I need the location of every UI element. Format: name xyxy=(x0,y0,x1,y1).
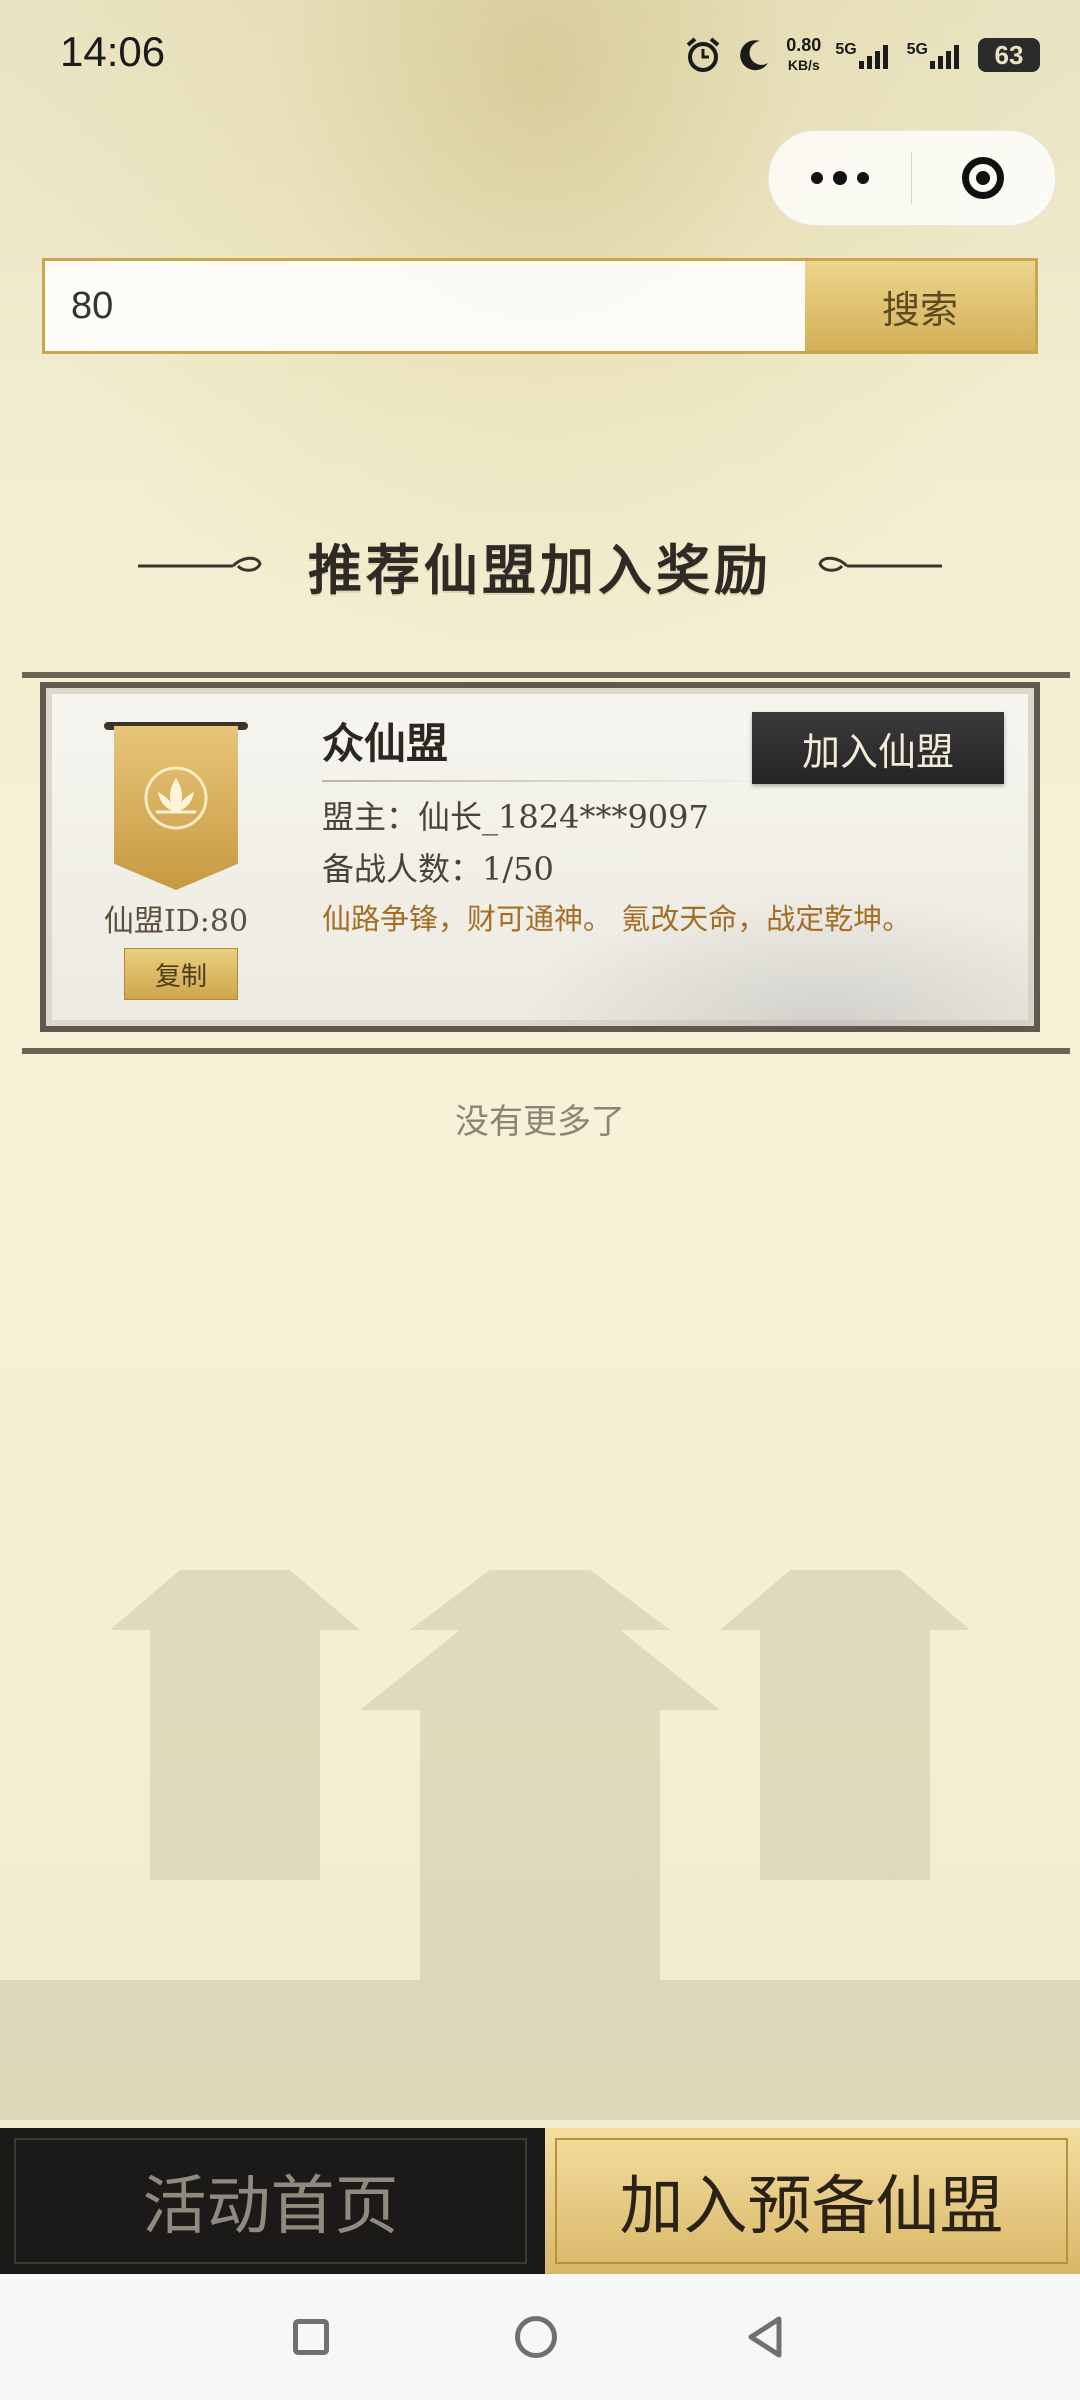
lotus-emblem-icon xyxy=(144,766,208,830)
temple-background-art xyxy=(0,1570,1080,2120)
battery-indicator: 63 xyxy=(978,38,1040,72)
section-title: 推荐仙盟加入奖励 xyxy=(308,537,772,602)
list-end-text: 没有更多了 xyxy=(455,1102,625,1142)
activity-home-button[interactable]: 活动首页 xyxy=(0,2128,545,2274)
copy-id-button[interactable]: 复制 xyxy=(124,948,238,1000)
guild-name: 众仙盟 xyxy=(322,719,449,768)
guild-id: 仙盟ID:80 xyxy=(103,904,249,939)
cloud-ornament-left-icon xyxy=(138,556,262,572)
search-input[interactable] xyxy=(45,261,805,351)
search-button[interactable]: 搜索 xyxy=(805,261,1035,351)
name-divider xyxy=(322,780,772,782)
network-speed: 0.80 KB/s xyxy=(786,35,821,75)
guild-leader: 盟主：仙长_1824***9097 xyxy=(322,798,709,836)
activity-home-label: 活动首页 xyxy=(14,2138,527,2264)
more-dot-icon xyxy=(811,172,823,184)
join-guild-button[interactable]: 加入仙盟 xyxy=(752,712,1004,784)
target-dot xyxy=(976,171,990,185)
signal-1: 5G xyxy=(835,41,892,69)
signal-2: 5G xyxy=(907,41,964,69)
more-dot-icon xyxy=(833,171,847,185)
alarm-icon xyxy=(686,37,720,72)
close-miniprogram-button[interactable] xyxy=(912,131,1054,225)
moon-icon xyxy=(740,40,769,71)
system-navigation-bar xyxy=(0,2274,1080,2400)
guild-card: 仙盟ID:80 复制 众仙盟 加入仙盟 盟主：仙长_1824***9097 备战… xyxy=(22,672,1070,1054)
status-time: 14:06 xyxy=(60,28,166,75)
status-bar: 14:06 0.80 KB/s 5G 5G 63 xyxy=(0,0,1080,110)
signal-bars-icon xyxy=(930,45,959,69)
guild-motto: 仙路争锋，财可通神。 氪改天命，战定乾坤。 xyxy=(322,902,912,936)
signal-2-label: 5G xyxy=(906,41,928,58)
miniprogram-capsule xyxy=(768,130,1056,226)
signal-1-label: 5G xyxy=(835,41,857,58)
more-dot-icon xyxy=(857,172,869,184)
guild-member-count: 备战人数：1/50 xyxy=(322,850,554,888)
back-icon[interactable] xyxy=(743,2314,787,2360)
join-reserve-guild-label: 加入预备仙盟 xyxy=(555,2138,1068,2264)
signal-bars-icon xyxy=(858,45,888,69)
status-icons: 0.80 KB/s 5G 5G 63 xyxy=(684,30,1040,80)
more-menu-button[interactable] xyxy=(769,131,911,225)
network-speed-value: 0.80 xyxy=(786,35,822,55)
home-icon[interactable] xyxy=(515,2316,557,2358)
network-speed-unit: KB/s xyxy=(787,57,820,73)
bottom-action-bar: 活动首页 加入预备仙盟 xyxy=(0,2128,1080,2274)
recents-icon[interactable] xyxy=(293,2319,329,2355)
target-close-icon xyxy=(962,157,1004,199)
section-header: 推荐仙盟加入奖励 xyxy=(0,520,1080,610)
search-bar: 搜索 xyxy=(42,258,1038,354)
cloud-ornament-right-icon xyxy=(818,556,942,572)
join-reserve-guild-button[interactable]: 加入预备仙盟 xyxy=(545,2128,1080,2274)
